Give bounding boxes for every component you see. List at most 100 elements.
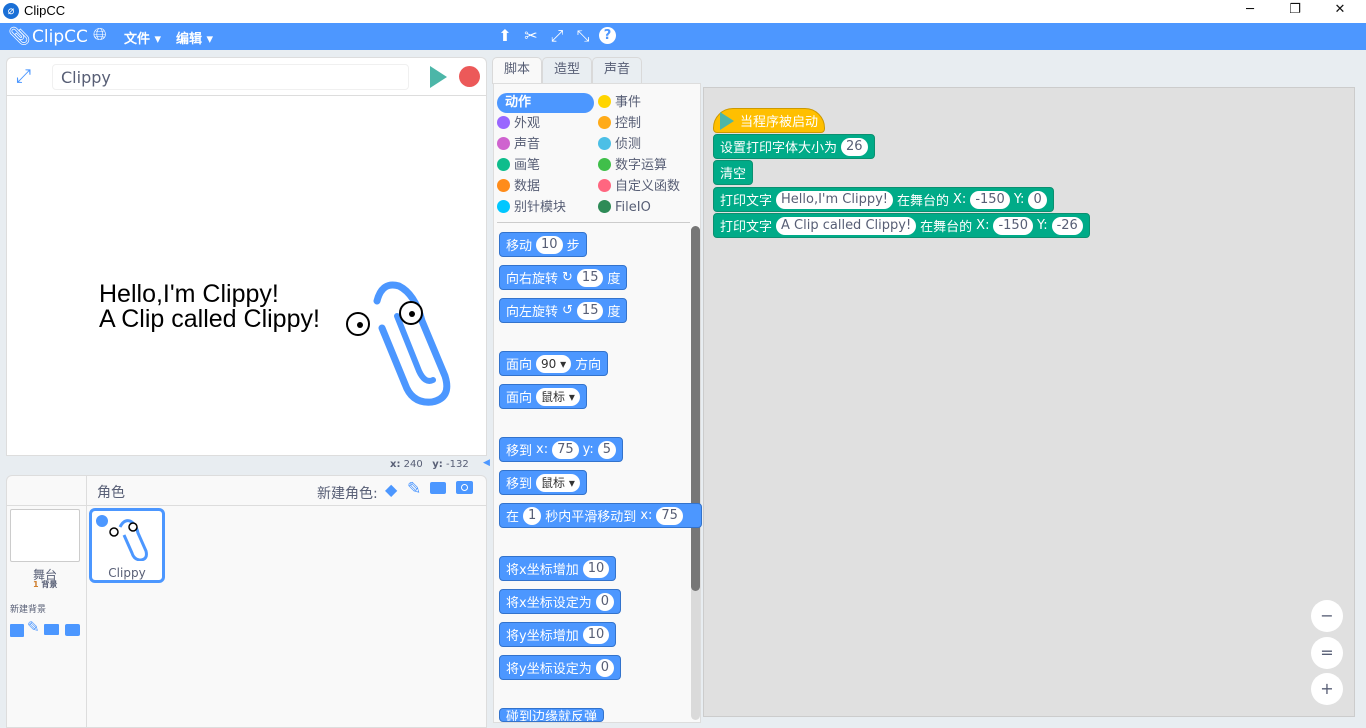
- stop-button[interactable]: [459, 66, 480, 87]
- palette-block-7[interactable]: 在 1 秒内平滑移动到 x: 75: [499, 503, 702, 528]
- block-input[interactable]: 5: [597, 440, 617, 459]
- category-label: 动作: [505, 95, 532, 110]
- camera-backdrop-icon[interactable]: [65, 624, 80, 636]
- block-label: 移到: [506, 477, 533, 492]
- category-0[interactable]: 动作: [497, 93, 594, 113]
- tab-costumes[interactable]: 造型: [542, 57, 592, 83]
- edit-menu[interactable]: 编辑 ▾: [176, 28, 213, 47]
- category-6[interactable]: 画笔: [497, 156, 598, 176]
- palette-block-0[interactable]: 移动 10 步: [499, 232, 587, 257]
- category-dot-icon: [497, 137, 510, 150]
- block-input[interactable]: 26: [841, 137, 868, 156]
- palette-scrollbar-thumb[interactable]: [691, 226, 700, 591]
- script-area[interactable]: − = +: [703, 87, 1355, 717]
- backdrop-library-image-icon[interactable]: [10, 624, 24, 637]
- paint-sprite-pencil-icon[interactable]: ✎: [407, 479, 421, 499]
- category-5[interactable]: 侦测: [598, 135, 692, 155]
- block-input[interactable]: 10: [536, 235, 563, 254]
- block-label: X:: [976, 218, 990, 233]
- sprite-tile-clippy[interactable]: Clippy: [89, 508, 165, 583]
- grow-icon[interactable]: ⤢: [547, 26, 567, 46]
- minimize-button[interactable]: ─: [1235, 2, 1265, 20]
- category-1[interactable]: 事件: [598, 93, 692, 113]
- sprite-library-cube-icon[interactable]: ◆: [385, 480, 397, 499]
- palette-block-9[interactable]: 将x坐标设定为 0: [499, 589, 621, 614]
- stage-thumbnail[interactable]: [10, 509, 80, 562]
- upload-sprite-folder-icon[interactable]: [430, 482, 446, 494]
- block-input[interactable]: A Clip called Clippy!: [776, 216, 917, 235]
- category-8[interactable]: 数据: [497, 177, 598, 197]
- block-input[interactable]: 10: [582, 625, 610, 644]
- palette-block-4[interactable]: 面向 鼠标 ▾: [499, 384, 587, 409]
- palette-block-2[interactable]: 向左旋转 ↺ 15 度: [499, 298, 628, 323]
- duplicate-stamp-icon[interactable]: ⬆: [495, 26, 515, 45]
- block-label: 当程序被启动: [740, 115, 819, 130]
- close-button[interactable]: ✕: [1325, 2, 1355, 20]
- script-block-3[interactable]: 打印文字 Hello,I'm Clippy! 在舞台的 X: -150 Y: 0: [713, 187, 1054, 212]
- palette-block-5[interactable]: 移到 x: 75 y: 5: [499, 437, 624, 462]
- file-menu[interactable]: 文件 ▾: [124, 28, 161, 47]
- zoom-in-button[interactable]: +: [1311, 673, 1343, 705]
- tab-sounds[interactable]: 声音: [592, 57, 642, 83]
- category-9[interactable]: 自定义函数: [598, 177, 692, 197]
- block-label: 打印文字: [720, 220, 773, 235]
- category-2[interactable]: 外观: [497, 114, 598, 134]
- block-input[interactable]: -26: [1051, 216, 1083, 235]
- block-input[interactable]: Hello,I'm Clippy!: [776, 190, 894, 209]
- tab-scripts[interactable]: 脚本: [492, 57, 542, 84]
- language-globe-icon[interactable]: 🌐︎: [93, 25, 107, 45]
- shrink-icon[interactable]: ⤡: [573, 26, 593, 46]
- block-input[interactable]: 1: [523, 506, 542, 525]
- palette-block-12[interactable]: 碰到边缘就反弹: [499, 708, 605, 722]
- category-7[interactable]: 数字运算: [598, 156, 692, 176]
- block-input[interactable]: 10: [582, 559, 610, 578]
- block-input[interactable]: 0: [595, 592, 614, 611]
- block-input[interactable]: -150: [970, 190, 1010, 209]
- block-label: 面向: [506, 391, 533, 406]
- palette-block-3[interactable]: 面向 90 ▾ 方向: [499, 351, 609, 376]
- block-dropdown[interactable]: 90 ▾: [536, 354, 572, 373]
- brand-logo[interactable]: ClipCC: [32, 27, 88, 47]
- category-4[interactable]: 声音: [497, 135, 598, 155]
- upload-backdrop-folder-icon[interactable]: [44, 624, 59, 635]
- stage-canvas[interactable]: Hello,I'm Clippy! A Clip called Clippy!: [6, 95, 487, 456]
- block-dropdown[interactable]: 鼠标 ▾: [536, 473, 580, 492]
- collapse-stage-button[interactable]: ◀: [483, 458, 490, 468]
- palette-scrollbar[interactable]: [691, 226, 700, 720]
- category-3[interactable]: 控制: [598, 114, 692, 134]
- block-input[interactable]: 0: [595, 658, 614, 677]
- script-block-1[interactable]: 设置打印字体大小为 26: [713, 134, 875, 159]
- block-dropdown[interactable]: 鼠标 ▾: [536, 387, 580, 406]
- app-icon: ⌀: [3, 3, 19, 19]
- category-dot-icon: [497, 116, 510, 129]
- script-block-4[interactable]: 打印文字 A Clip called Clippy! 在舞台的 X: -150 Y: -26: [713, 213, 1090, 238]
- restore-button[interactable]: ❐: [1280, 2, 1310, 20]
- script-block-2[interactable]: 清空: [713, 160, 754, 185]
- clippy-sprite[interactable]: [337, 276, 457, 406]
- paint-backdrop-pencil-icon[interactable]: ✎: [27, 618, 40, 636]
- help-icon[interactable]: ?: [599, 27, 616, 44]
- block-input[interactable]: 75: [656, 506, 683, 525]
- delete-scissors-icon[interactable]: ✂: [521, 26, 541, 45]
- category-10[interactable]: 别针模块: [497, 198, 598, 218]
- block-input[interactable]: -150: [993, 216, 1033, 235]
- camera-sprite-icon[interactable]: [456, 481, 473, 494]
- palette-block-11[interactable]: 将y坐标设定为 0: [499, 655, 621, 680]
- category-dot-icon: [497, 179, 510, 192]
- palette-block-8[interactable]: 将x坐标增加 10: [499, 556, 617, 581]
- block-input[interactable]: 15: [576, 301, 604, 320]
- block-input[interactable]: 0: [1028, 190, 1047, 209]
- zoom-out-button[interactable]: −: [1311, 600, 1343, 632]
- block-label: 将x坐标设定为: [506, 596, 592, 611]
- category-11[interactable]: FileIO: [598, 198, 692, 218]
- block-input[interactable]: 15: [576, 268, 604, 287]
- palette-block-6[interactable]: 移到 鼠标 ▾: [499, 470, 587, 495]
- palette-block-10[interactable]: 将y坐标增加 10: [499, 622, 617, 647]
- block-input[interactable]: 75: [552, 440, 579, 459]
- palette-block-1[interactable]: 向右旋转 ↻ 15 度: [499, 265, 628, 290]
- zoom-reset-button[interactable]: =: [1311, 637, 1343, 669]
- script-block-0[interactable]: 当程序被启动: [713, 108, 826, 133]
- sprite-name-field[interactable]: Clippy: [52, 64, 409, 90]
- green-flag-button[interactable]: [430, 66, 447, 88]
- fullscreen-icon[interactable]: ⤢: [16, 65, 31, 87]
